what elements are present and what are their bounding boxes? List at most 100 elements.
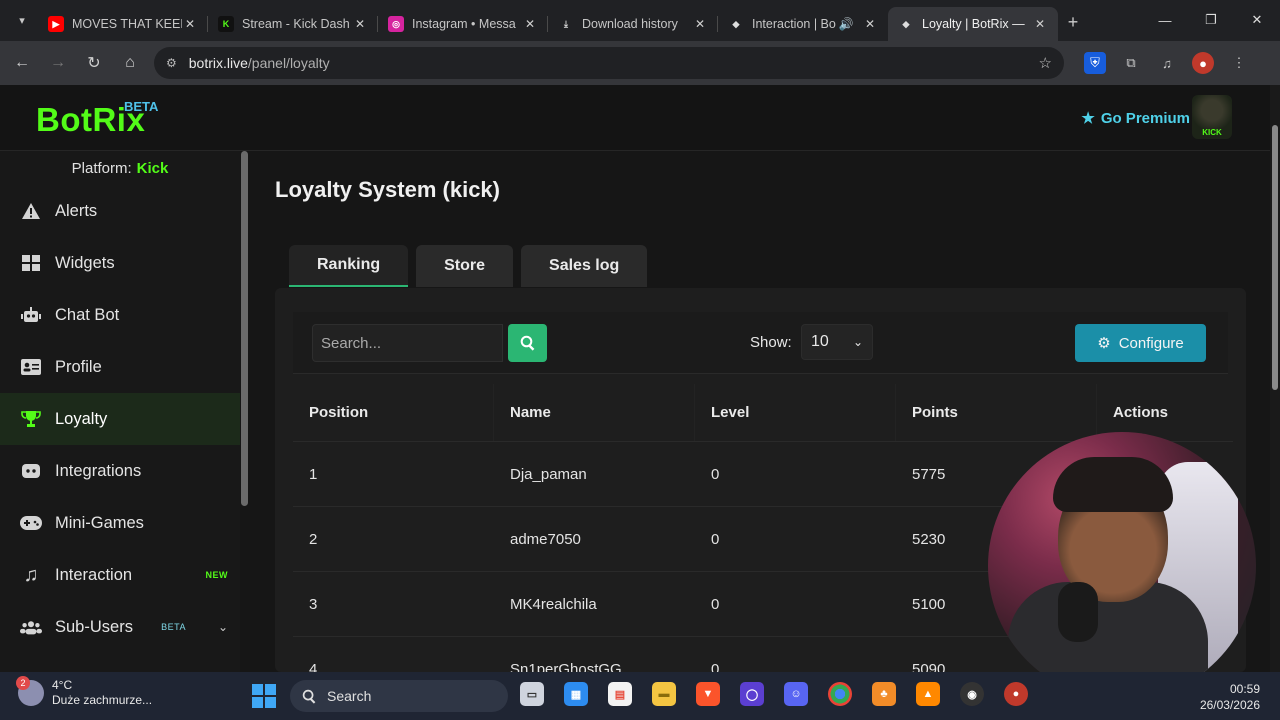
chevron-down-icon: ⌄ [852, 335, 863, 349]
tab-title: Download history [582, 17, 678, 31]
tab-ranking[interactable]: Ranking [289, 245, 409, 287]
column-header[interactable]: Points [896, 384, 1097, 441]
browser-tab[interactable]: ▶ MOVES THAT KEEP ✕ [38, 7, 208, 41]
app-icon[interactable]: ◯ [740, 682, 764, 706]
configure-label: Configure [1118, 334, 1184, 352]
fl-studio-icon[interactable]: ♣ [872, 682, 896, 706]
extensions-icon[interactable]: ⧉ [1120, 52, 1142, 74]
close-tab-icon[interactable]: ✕ [182, 17, 198, 31]
url-field[interactable]: ⚙ botrix.live/panel/loyalty ☆ [154, 47, 1064, 79]
window-close-icon[interactable]: ✕ [1234, 0, 1280, 40]
notification-badge: 2 [16, 676, 30, 690]
url-host: botrix.live [188, 55, 248, 71]
discord-app-icon[interactable]: ☺ [784, 682, 808, 706]
close-tab-icon[interactable]: ✕ [1032, 17, 1048, 31]
file-explorer-icon[interactable]: ▬ [652, 682, 676, 706]
search-button[interactable] [508, 324, 547, 362]
download-icon: ⤓ [564, 18, 568, 29]
page-size-select[interactable]: 10 ⌄ [801, 324, 873, 360]
browser-tab[interactable]: K Stream - Kick Dash ✕ [208, 7, 378, 41]
close-tab-icon[interactable]: ✕ [522, 17, 538, 31]
sidebar-item-label: Sub-Users [55, 617, 133, 636]
sidebar-item-interaction[interactable]: ♫ Interaction NEW [0, 549, 240, 601]
new-badge: NEW [205, 570, 228, 580]
menu-icon[interactable]: ⋮ [1228, 52, 1250, 74]
forward-icon[interactable]: → [40, 54, 76, 72]
browser-tab[interactable]: ◎ Instagram • Messa ✕ [378, 7, 548, 41]
sidebar-item-loyalty[interactable]: Loyalty [0, 393, 240, 445]
sidebar-item-integrations[interactable]: Integrations [0, 445, 240, 497]
trophy-icon [20, 408, 42, 430]
microsoft-store-icon[interactable]: ▤ [608, 682, 632, 706]
site-info-icon[interactable]: ⚙ [166, 56, 177, 70]
star-icon: ★ [1081, 110, 1095, 127]
name-cell: Dja_paman [510, 465, 587, 483]
close-tab-icon[interactable]: ✕ [352, 17, 368, 31]
taskbar-search[interactable]: Search [290, 680, 508, 712]
media-control-icon[interactable]: ♫ [1156, 52, 1178, 74]
youtube-icon: ▶ [48, 16, 64, 32]
restore-icon[interactable]: ❐ [1188, 0, 1234, 40]
table-header: Position Name Level Points Actions [293, 384, 1233, 442]
page-title: Loyalty System (kick) [275, 177, 500, 202]
sidebar-item-chat-bot[interactable]: Chat Bot [0, 289, 240, 341]
tab-title: Instagram • Messa [412, 17, 516, 31]
system-clock[interactable]: 00:59 26/03/2026 [1200, 681, 1260, 713]
app-red-icon[interactable]: ● [1004, 682, 1028, 706]
close-tab-icon[interactable]: ✕ [862, 17, 878, 31]
vlc-icon[interactable]: ▲ [916, 682, 940, 706]
level-cell: 0 [711, 530, 720, 548]
search-icon [302, 689, 316, 704]
home-icon[interactable]: ⌂ [112, 54, 148, 72]
page-scrollbar[interactable] [1270, 85, 1280, 672]
column-header[interactable]: Position [293, 384, 494, 441]
sidebar-item-widgets[interactable]: Widgets [0, 237, 240, 289]
gamepad-icon [20, 512, 42, 534]
address-bar: ← → ↻ ⌂ ⚙ botrix.live/panel/loyalty ☆ ⛨ … [0, 41, 1280, 85]
sidebar-item-label: Loyalty [55, 409, 108, 428]
tab-sales-log[interactable]: Sales log [521, 245, 648, 287]
windows-start-icon[interactable] [252, 684, 276, 708]
webcam-overlay [988, 432, 1256, 700]
new-tab-button[interactable]: + [1058, 12, 1088, 33]
go-premium-button[interactable]: ★ Go Premium [1081, 109, 1190, 128]
position-cell: 2 [309, 530, 318, 548]
sidebar-item-alerts[interactable]: Alerts [0, 185, 240, 237]
chevron-down-icon[interactable]: ⌄ [218, 620, 228, 634]
brave-icon[interactable]: ▼ [696, 682, 720, 706]
sidebar-item-label: Interaction [55, 565, 133, 584]
close-tab-icon[interactable]: ✕ [692, 17, 708, 31]
reload-icon[interactable]: ↻ [76, 53, 112, 73]
app-header: BotRix BETA ★ Go Premium KICK [0, 85, 1270, 151]
bitwarden-icon[interactable]: ⛨ [1084, 52, 1106, 74]
browser-tab-active[interactable]: ◆ Loyalty | BotRix — ✕ [888, 7, 1058, 41]
task-view-icon[interactable]: ▭ [520, 682, 544, 706]
chrome-icon[interactable] [828, 682, 852, 706]
sidebar-item-sub-users[interactable]: Sub-Users BETA ⌄ [0, 601, 240, 653]
weather-widget[interactable]: 2 4°C Duże zachmurze... [16, 676, 152, 708]
back-icon[interactable]: ← [4, 54, 40, 72]
browser-tab[interactable]: ⤓ Download history ✕ [548, 7, 718, 41]
tab-search-icon[interactable]: ▾ [6, 6, 38, 36]
search-input[interactable] [312, 324, 503, 362]
ranking-toolbar: Show: 10 ⌄ ⚙ Configure [293, 312, 1228, 374]
tab-store[interactable]: Store [416, 245, 514, 287]
column-header[interactable]: Name [494, 384, 695, 441]
widgets-app-icon[interactable]: ▦ [564, 682, 588, 706]
sidebar-scrollbar[interactable] [240, 151, 249, 672]
robot-icon [20, 304, 42, 326]
minimize-icon[interactable]: — [1142, 0, 1188, 40]
user-avatar[interactable]: KICK [1192, 95, 1232, 139]
obs-icon[interactable]: ◉ [960, 682, 984, 706]
profile-avatar-icon[interactable]: ● [1192, 52, 1214, 74]
bookmark-star-icon[interactable]: ☆ [1039, 54, 1052, 72]
sidebar-item-mini-games[interactable]: Mini-Games [0, 497, 240, 549]
configure-button[interactable]: ⚙ Configure [1075, 324, 1206, 362]
column-header[interactable]: Level [695, 384, 896, 441]
browser-tab[interactable]: ◆ Interaction | Bo 🔊 ✕ [718, 7, 888, 41]
sidebar-item-profile[interactable]: Profile [0, 341, 240, 393]
tab-title: Loyalty | BotRix — [922, 17, 1025, 31]
speaker-icon[interactable]: 🔊 [838, 17, 854, 31]
loyalty-tabs: Ranking Store Sales log [289, 245, 648, 287]
page-size-value: 10 [811, 333, 829, 350]
